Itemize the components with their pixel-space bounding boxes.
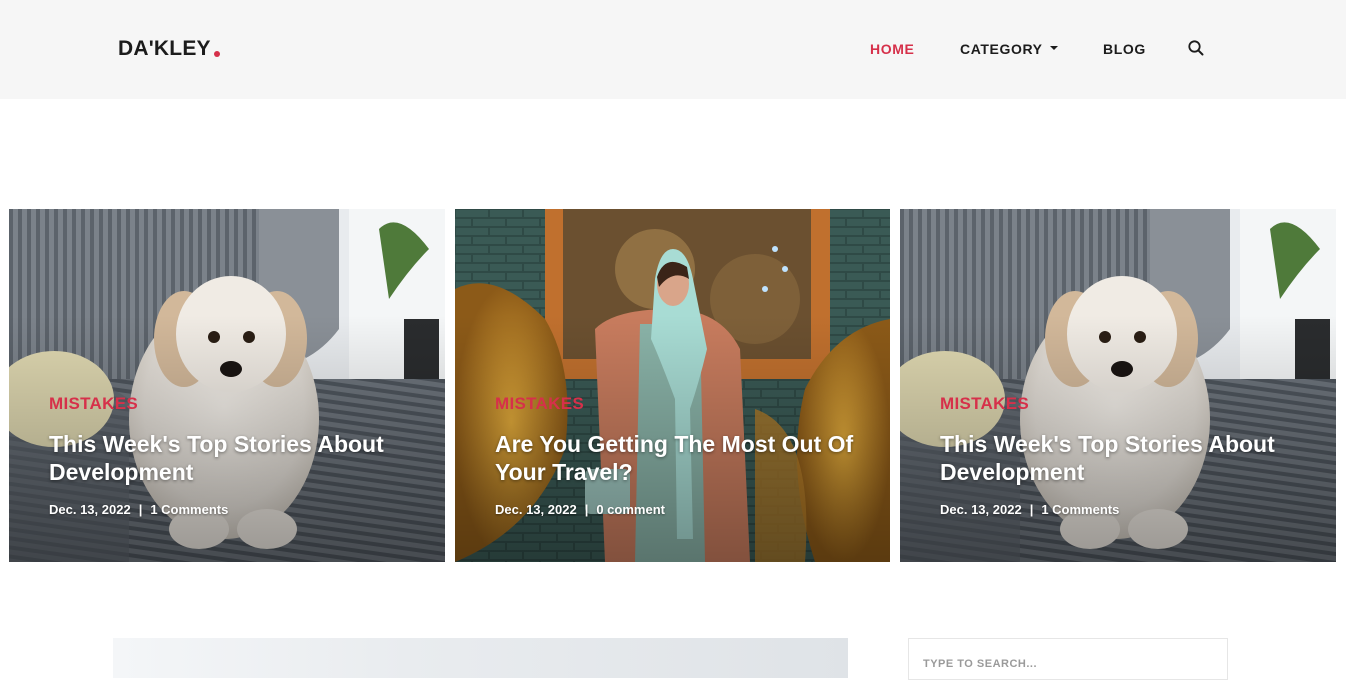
post-comments[interactable]: 1 Comments: [150, 502, 228, 517]
post-date: Dec. 13, 2022: [940, 502, 1022, 517]
post-category[interactable]: MISTAKES: [49, 394, 415, 414]
post-title[interactable]: This Week's Top Stories About Developmen…: [940, 430, 1306, 486]
nav-category[interactable]: CATEGORY: [960, 40, 1058, 58]
nav-blog[interactable]: BLOG: [1103, 40, 1146, 58]
chevron-down-icon: [1049, 46, 1058, 51]
post-card[interactable]: MISTAKES This Week's Top Stories About D…: [9, 209, 445, 562]
nav-category-label: CATEGORY: [960, 41, 1043, 57]
post-comments[interactable]: 0 comment: [596, 502, 665, 517]
sidebar-search: [908, 638, 1228, 689]
post-date: Dec. 13, 2022: [49, 502, 131, 517]
post-meta: Dec. 13, 2022 | 1 Comments: [49, 502, 228, 517]
post-card[interactable]: MISTAKES This Week's Top Stories About D…: [900, 209, 1336, 562]
post-date: Dec. 13, 2022: [495, 502, 577, 517]
post-content: MISTAKES Are You Getting The Most Out Of…: [495, 394, 860, 486]
post-card[interactable]: MISTAKES Are You Getting The Most Out Of…: [455, 209, 890, 562]
post-title[interactable]: This Week's Top Stories About Developmen…: [49, 430, 415, 486]
post-meta: Dec. 13, 2022 | 0 comment: [495, 502, 665, 517]
meta-separator: |: [1029, 502, 1034, 517]
main-nav: HOME CATEGORY BLOG: [0, 40, 1346, 60]
meta-separator: |: [138, 502, 143, 517]
post-comments[interactable]: 1 Comments: [1041, 502, 1119, 517]
post-meta: Dec. 13, 2022 | 1 Comments: [940, 502, 1119, 517]
meta-separator: |: [584, 502, 589, 517]
featured-post-image[interactable]: [113, 638, 848, 678]
search-icon[interactable]: [1187, 39, 1205, 57]
post-content: MISTAKES This Week's Top Stories About D…: [940, 394, 1306, 486]
post-content: MISTAKES This Week's Top Stories About D…: [49, 394, 415, 486]
site-header: DA'KLEY HOME CATEGORY BLOG: [0, 0, 1346, 99]
search-input[interactable]: [923, 639, 1213, 689]
post-category[interactable]: MISTAKES: [940, 394, 1306, 414]
nav-home[interactable]: HOME: [870, 40, 914, 58]
post-title[interactable]: Are You Getting The Most Out Of Your Tra…: [495, 430, 860, 486]
post-category[interactable]: MISTAKES: [495, 394, 860, 414]
